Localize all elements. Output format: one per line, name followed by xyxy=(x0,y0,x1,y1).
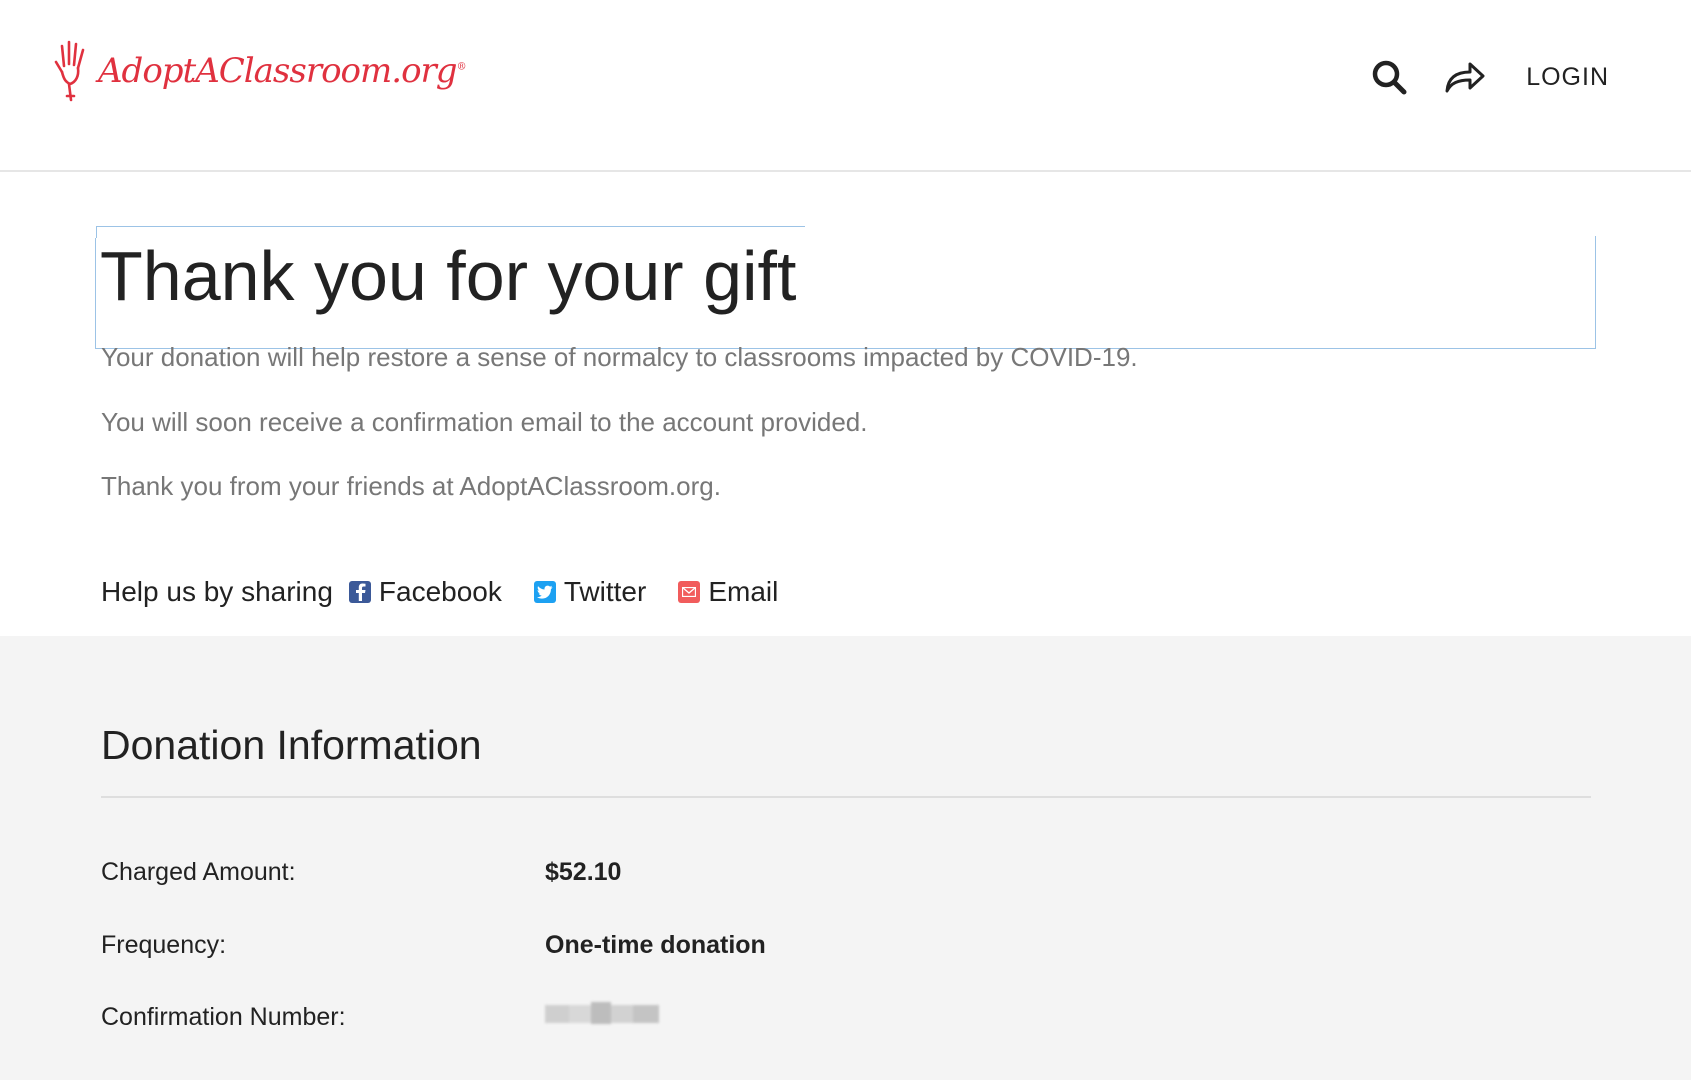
confirmation-number-label: Confirmation Number: xyxy=(101,1003,346,1031)
divider xyxy=(101,796,1591,798)
charged-amount-label: Charged Amount: xyxy=(101,858,296,886)
share-email-link[interactable]: Email xyxy=(678,576,778,608)
share-icon xyxy=(1445,62,1485,93)
twitter-icon xyxy=(533,581,556,603)
donation-information-title: Donation Information xyxy=(101,722,482,768)
search-icon xyxy=(1372,60,1407,95)
paragraph-thanks: Thank you from your friends at AdoptACla… xyxy=(101,471,721,501)
login-link[interactable]: LOGIN xyxy=(1526,63,1609,92)
share-email-label: Email xyxy=(708,576,779,607)
share-bar: Help us by sharing Facebook Twitter Emai… xyxy=(101,576,810,608)
paragraph-covid: Your donation will help restore a sense … xyxy=(101,342,1138,372)
hand-logo-icon xyxy=(54,40,85,102)
logo-text: AdoptAClassroom.org® xyxy=(98,51,467,91)
share-twitter-link[interactable]: Twitter xyxy=(533,576,647,608)
share-facebook-label: Facebook xyxy=(378,576,502,607)
site-logo[interactable]: AdoptAClassroom.org® xyxy=(52,36,467,106)
paragraph-confirmation: You will soon receive a confirmation ema… xyxy=(101,407,868,437)
frequency-value: One-time donation xyxy=(545,931,766,959)
header-actions: LOGIN xyxy=(1368,52,1609,102)
redacted-confirmation-number xyxy=(541,999,679,1029)
charged-amount-value: $52.10 xyxy=(545,858,622,886)
search-button[interactable] xyxy=(1368,56,1410,98)
share-facebook-link[interactable]: Facebook xyxy=(348,576,502,608)
donation-information-section: Donation Information Charged Amount: $52… xyxy=(0,636,1691,1080)
page-title: Thank you for your gift xyxy=(100,237,797,315)
facebook-icon xyxy=(348,581,371,603)
frequency-label: Frequency: xyxy=(101,931,227,959)
site-header: AdoptAClassroom.org® LOGIN xyxy=(0,0,1691,172)
share-twitter-label: Twitter xyxy=(563,576,647,607)
share-label: Help us by sharing xyxy=(101,576,333,607)
focus-outline xyxy=(96,226,805,227)
thank-you-section: Thank you for your gift Your donation wi… xyxy=(0,174,1691,636)
email-icon xyxy=(678,581,701,603)
share-button[interactable] xyxy=(1444,56,1486,98)
